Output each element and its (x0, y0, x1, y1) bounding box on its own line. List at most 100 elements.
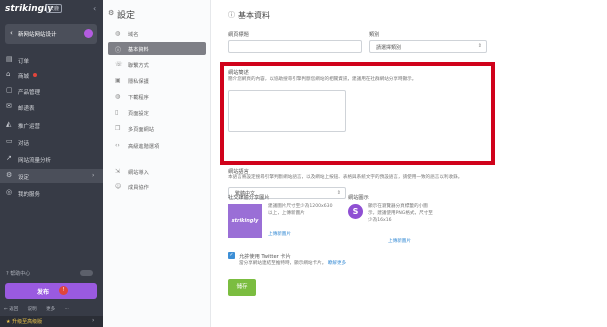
info-icon: ⓘ (228, 11, 235, 19)
sidebar-item-label: 对话 (18, 141, 30, 147)
publish-label: 发布 (37, 289, 50, 296)
settings-menu: ⚙ 設定 ◍ 域名 ⓘ 基本資料 ☏ 聯繫方式 ▣ 隱私保護 ◍ 下載程序 ▯ … (103, 0, 211, 327)
share-image-help: 建議圖片尺寸至少為1200x630以上，上傳新圖片 (268, 203, 336, 233)
sidebar-item-label: 订单 (18, 59, 30, 65)
gear-icon: ⚙ (6, 171, 13, 179)
sidebar-item-products[interactable]: ▢ 产品管理 (0, 84, 103, 98)
select-arrows-icon: ⇕ (477, 43, 482, 49)
settings-item-import[interactable]: ⇲ 網站導入 (108, 165, 206, 178)
sidebar-item-label: 设定 (18, 175, 30, 181)
settings-item-label: 網站導入 (128, 170, 149, 176)
twitter-card-label: 允許使用 Twitter 卡片 (239, 254, 291, 260)
sidebar-item-label: 推广运营 (18, 124, 41, 130)
save-button[interactable]: 儲存 (228, 279, 256, 296)
category-label: 類別 (369, 32, 380, 38)
select-arrows-icon: ⇕ (336, 190, 341, 196)
bottom-link-back[interactable]: ← 返回 (4, 307, 18, 312)
chevron-right-icon: › (92, 172, 95, 179)
page-icon: ▯ (115, 109, 119, 116)
sidebar-item-settings[interactable]: ⚙ 设定 › (0, 169, 103, 183)
chat-icon: ▭ (6, 137, 13, 145)
share-image-upload-link[interactable]: 上傳新圖片 (268, 231, 291, 238)
settings-item-domain[interactable]: ◍ 域名 (108, 27, 206, 40)
sidebar-item-label: 产品管理 (18, 90, 41, 96)
settings-item-label: 多頁面網站 (128, 127, 154, 133)
settings-item-label: 高級進階選項 (128, 144, 160, 150)
notification-dot (33, 73, 37, 77)
site-title-label: 網頁標題 (228, 32, 249, 38)
import-icon: ⇲ (115, 168, 121, 175)
chevron-right-icon: › (92, 317, 95, 324)
upgrade-label: ★ 升级至高级版 (6, 319, 43, 325)
phone-icon: ☏ (115, 61, 123, 68)
bottom-links: ← 返回 说明 更多 ··· (4, 306, 77, 312)
sidebar-item-store[interactable]: ⌂ 商城 (0, 68, 103, 82)
sidebar-item-analytics[interactable]: ↗ 网站流量分析 (0, 152, 103, 166)
category-select[interactable]: 請選擇類別 ⇕ (369, 40, 487, 53)
chevron-left-icon[interactable]: ‹ (93, 4, 96, 13)
globe-icon: ◍ (115, 30, 121, 37)
settings-item-download[interactable]: ◍ 下載程序 (108, 90, 206, 103)
share-image-help-text: 建議圖片尺寸至少為1200x630以上，上傳新圖片 (268, 204, 333, 216)
sidebar-item-orders[interactable]: ▤ 订单 (0, 53, 103, 67)
twitter-card-help-text: 當分享網站連結至推特時，顯示網站卡片。 (239, 261, 327, 266)
mail-icon: ✉ (6, 102, 12, 110)
site-selector[interactable]: ‹ 新网站网站设计 (5, 24, 97, 44)
site-description-textarea[interactable] (228, 90, 346, 132)
settings-item-advanced[interactable]: ‹› 高級進階選項 (108, 139, 206, 152)
site-avatar (84, 29, 93, 38)
chart-icon: ↗ (6, 154, 12, 162)
upgrade-bar[interactable]: ★ 升级至高级版 › (0, 316, 103, 327)
users-icon: ☺ (115, 183, 122, 190)
twitter-card-checkbox[interactable]: ✓ (228, 252, 235, 259)
category-value: 請選擇類別 (376, 45, 402, 51)
settings-item-page[interactable]: ▯ 頁面設定 (108, 106, 206, 119)
megaphone-icon: ◭ (6, 120, 12, 128)
favicon-upload-link[interactable]: 上傳新圖片 (388, 238, 411, 245)
settings-item-multipage[interactable]: ❐ 多頁面網站 (108, 122, 206, 135)
settings-item-label: 頁面設定 (128, 111, 149, 117)
sidebar-item-services[interactable]: ◎ 我的服务 (0, 186, 103, 200)
back-arrow-icon[interactable]: ‹ (10, 29, 13, 37)
settings-title: 設定 (117, 11, 136, 21)
site-language-help: 本語言將設定搜尋引擎判斷網站語言，以及網站上按鈕、表格與系統文字的預設語言，請使… (228, 175, 463, 180)
layers-icon: ❐ (115, 125, 121, 132)
twitter-card-help: 當分享網站連結至推特時，顯示網站卡片。 瞭解更多 (239, 260, 346, 267)
settings-item-label: 隱私保護 (128, 79, 149, 85)
share-image-thumbnail[interactable]: strikingly (228, 204, 262, 238)
twitter-learn-more-link[interactable]: 瞭解更多 (328, 261, 346, 266)
favicon-help: 顯示在瀏覽器分頁標籤的小圖示，建議使用PNG格式，尺寸至少為16x16 (368, 204, 433, 223)
settings-item-label: 聯繫方式 (128, 63, 149, 69)
bottom-link-help[interactable]: 说明 (28, 307, 37, 312)
settings-item-label: 成員協作 (128, 185, 149, 191)
bottom-link-menu[interactable]: ··· (65, 307, 69, 312)
publish-button[interactable]: 发布 ! (5, 283, 97, 299)
settings-item-contact[interactable]: ☏ 聯繫方式 (108, 58, 206, 71)
settings-item-basic-info[interactable]: ⓘ 基本資料 (108, 42, 206, 55)
sidebar-item-label: 邮递表 (18, 106, 35, 112)
help-center-link[interactable]: ? 帮助中心 (6, 270, 30, 277)
bottom-link-more[interactable]: 更多 (46, 307, 55, 312)
code-icon: ‹› (115, 142, 120, 149)
site-title-input[interactable] (228, 40, 362, 53)
basic-info-panel: ⓘ 基本資料 網頁標題 類別 請選擇類別 ⇕ 網站簡述 簡介您網頁的內容，以協助… (212, 0, 607, 327)
compass-icon: ◎ (6, 188, 13, 196)
globe-icon: ◍ (115, 93, 121, 100)
settings-item-privacy[interactable]: ▣ 隱私保護 (108, 74, 206, 87)
lock-icon: ▣ (115, 77, 121, 84)
clipboard-icon: ▤ (6, 55, 13, 63)
info-icon: ⓘ (115, 47, 122, 54)
favicon-preview[interactable]: S (348, 204, 363, 219)
logo-badge: 天鹿 (46, 4, 63, 13)
sidebar-item-mailing[interactable]: ✉ 邮递表 (0, 100, 103, 114)
site-name: 新网站网站设计 (18, 32, 57, 38)
sidebar-item-chat[interactable]: ▭ 对话 (0, 135, 103, 149)
page-title: 基本資料 (238, 11, 270, 20)
favicon-label: 網站圖示 (348, 195, 369, 201)
settings-item-collaborators[interactable]: ☺ 成員協作 (108, 180, 206, 193)
sidebar-item-label: 网站流量分析 (18, 158, 52, 164)
sidebar-item-label: 我的服务 (18, 192, 41, 198)
sidebar-item-marketing[interactable]: ◭ 推广运营 (0, 118, 103, 132)
help-toggle[interactable] (80, 270, 93, 276)
gear-icon: ⚙ (108, 9, 115, 17)
